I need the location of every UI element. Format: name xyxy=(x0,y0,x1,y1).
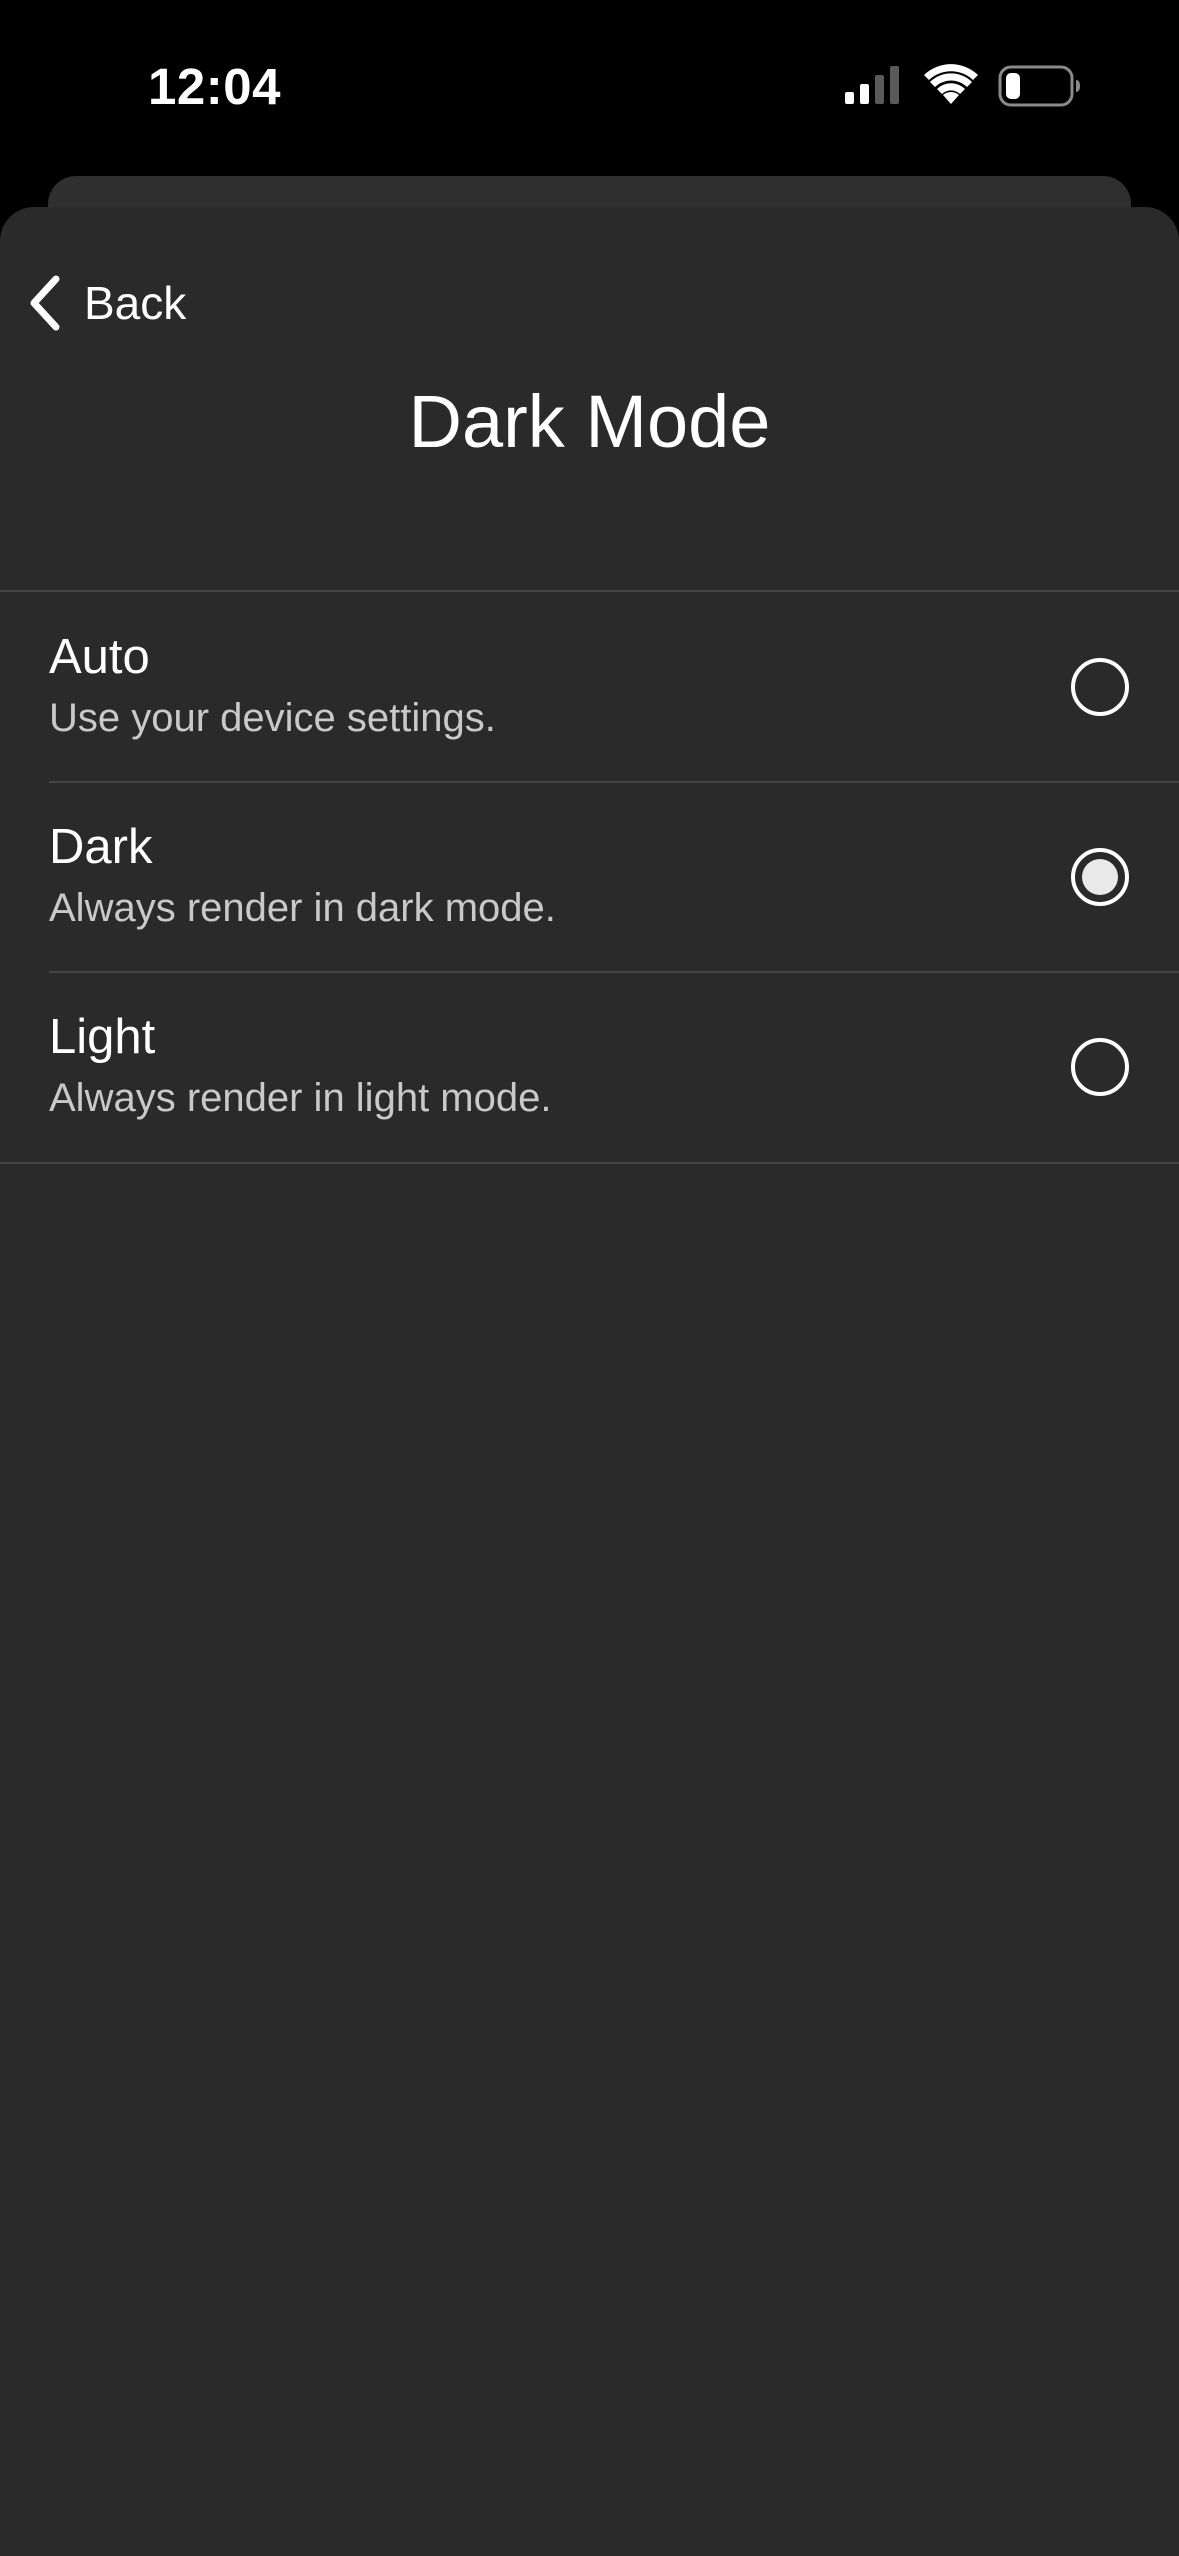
chevron-left-icon xyxy=(30,275,60,331)
radio-unselected-icon[interactable] xyxy=(1071,1038,1129,1096)
appearance-options-list: Auto Use your device settings. Dark Alwa… xyxy=(0,590,1179,1164)
wifi-icon xyxy=(924,64,978,104)
option-description: Always render in light mode. xyxy=(49,1076,552,1120)
option-description: Always render in dark mode. xyxy=(49,886,556,930)
page-title: Dark Mode xyxy=(408,380,771,463)
radio-unselected-icon[interactable] xyxy=(1071,658,1129,716)
settings-sheet: Back Dark Mode Auto Use your device sett… xyxy=(0,207,1179,2556)
option-auto[interactable]: Auto Use your device settings. xyxy=(0,592,1179,782)
status-bar: 12:04 xyxy=(0,0,1179,170)
back-button[interactable]: Back xyxy=(24,265,186,341)
status-icons xyxy=(0,62,1179,112)
option-description: Use your device settings. xyxy=(49,696,496,740)
option-light[interactable]: Light Always render in light mode. xyxy=(0,971,1179,1162)
option-title: Dark xyxy=(49,820,153,874)
screen: 12:04 Back Dark Mode Auto Use your devic… xyxy=(0,0,1179,2556)
cellular-signal-icon xyxy=(845,66,899,104)
back-label: Back xyxy=(84,277,187,329)
radio-selected-icon[interactable] xyxy=(1071,848,1129,906)
battery-low-icon xyxy=(998,65,1080,107)
option-title: Light xyxy=(49,1010,156,1064)
option-dark[interactable]: Dark Always render in dark mode. xyxy=(0,781,1179,972)
option-title: Auto xyxy=(49,630,150,684)
